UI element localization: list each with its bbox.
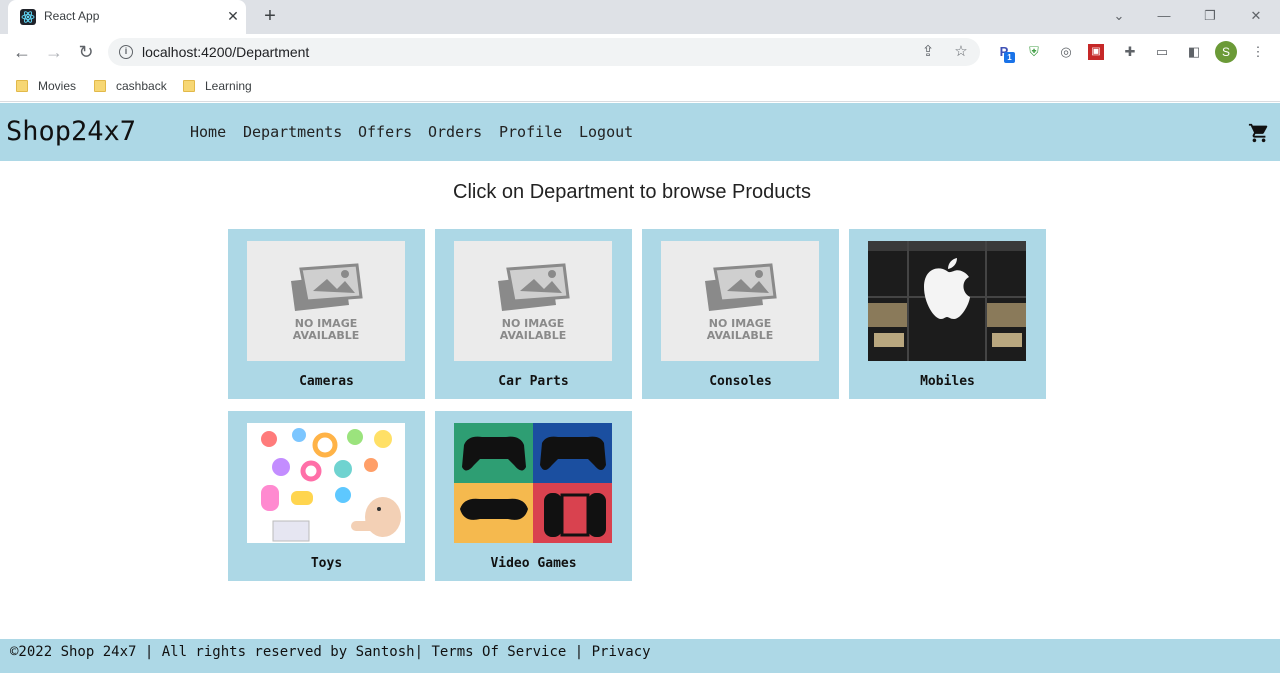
folder-icon xyxy=(94,80,106,92)
department-card-video-games[interactable]: Video Games xyxy=(435,411,632,581)
department-name: Mobiles xyxy=(920,374,975,389)
extension-badge: 1 xyxy=(1004,52,1015,63)
terms-link[interactable]: Terms Of Service xyxy=(431,644,566,660)
bookmarks-bar: Movies cashback Learning xyxy=(0,70,1280,102)
browser-tabstrip: React App ✕ + ⌄ — ❐ ✕ xyxy=(0,0,1280,34)
cart-icon[interactable] xyxy=(1248,122,1270,144)
page-heading: Click on Department to browse Products xyxy=(453,181,811,203)
shield-extension-icon[interactable]: ⛨ xyxy=(1024,42,1044,62)
svg-text:AVAILABLE: AVAILABLE xyxy=(707,329,774,342)
browser-toolbar: ← → ↻ i localhost:4200/Department ⇪ ☆ P1… xyxy=(0,34,1280,70)
footer-separator: | xyxy=(566,644,592,660)
no-image-placeholder: NO IMAGE AVAILABLE xyxy=(661,241,819,361)
react-icon xyxy=(20,9,36,25)
no-image-placeholder: NO IMAGE AVAILABLE xyxy=(454,241,612,361)
video-games-image xyxy=(454,423,612,543)
footer-text: ©2022 Shop 24x7 | All rights reserved by… xyxy=(10,644,651,660)
close-tab-icon[interactable]: ✕ xyxy=(224,7,242,25)
extension-round-icon[interactable]: ◎ xyxy=(1056,42,1076,62)
star-icon[interactable]: ☆ xyxy=(951,42,971,62)
profile-avatar[interactable]: S xyxy=(1215,41,1237,63)
reload-icon[interactable]: ↻ xyxy=(74,40,98,64)
department-name: Consoles xyxy=(709,374,772,389)
browser-tab[interactable]: React App ✕ xyxy=(8,0,246,34)
brand-logo[interactable]: Shop24x7 xyxy=(6,116,136,147)
cast-icon[interactable]: ▭ xyxy=(1152,42,1172,62)
copyright-text: ©2022 Shop 24x7 | All rights reserved by… xyxy=(10,644,415,660)
apple-store-image xyxy=(868,241,1026,361)
minimize-icon[interactable]: — xyxy=(1150,6,1178,26)
footer-separator: | xyxy=(414,644,432,660)
no-image-placeholder: NO IMAGE AVAILABLE xyxy=(247,241,405,361)
department-name: Car Parts xyxy=(498,374,569,389)
department-card-toys[interactable]: Toys xyxy=(228,411,425,581)
department-card-consoles[interactable]: NO IMAGE AVAILABLE Consoles xyxy=(642,229,839,399)
kebab-menu-icon[interactable]: ⋮ xyxy=(1248,42,1268,62)
info-icon[interactable]: i xyxy=(119,45,133,59)
bookmark-learning[interactable]: Learning xyxy=(183,76,252,96)
tab-title: React App xyxy=(44,9,100,23)
department-card-car-parts[interactable]: NO IMAGE AVAILABLE Car Parts xyxy=(435,229,632,399)
forward-icon[interactable]: → xyxy=(42,40,66,64)
new-tab-icon[interactable]: + xyxy=(258,5,282,29)
nav-departments[interactable]: Departments xyxy=(243,123,342,141)
app-header: Shop24x7 Home Departments Offers Orders … xyxy=(0,103,1280,161)
department-name: Video Games xyxy=(490,556,577,571)
department-name: Cameras xyxy=(299,374,354,389)
nav-home[interactable]: Home xyxy=(190,123,226,141)
address-bar[interactable]: i localhost:4200/Department ⇪ ☆ xyxy=(108,38,980,66)
no-image-text-bottom: AVAILABLE xyxy=(293,329,360,342)
chevron-down-icon[interactable]: ⌄ xyxy=(1105,6,1133,26)
nav-offers[interactable]: Offers xyxy=(358,123,412,141)
puzzle-icon[interactable]: ✚ xyxy=(1120,42,1140,62)
restore-icon[interactable]: ❐ xyxy=(1196,6,1224,26)
extension-p-icon[interactable]: P1 xyxy=(994,42,1015,63)
bookmark-movies[interactable]: Movies xyxy=(16,76,76,96)
nav-profile[interactable]: Profile xyxy=(499,123,562,141)
extension-red-icon[interactable]: ▣ xyxy=(1088,44,1104,60)
toys-image xyxy=(247,423,405,543)
side-panel-icon[interactable]: ◧ xyxy=(1184,42,1204,62)
folder-icon xyxy=(183,80,195,92)
share-icon[interactable]: ⇪ xyxy=(918,42,938,62)
bookmark-cashback[interactable]: cashback xyxy=(94,76,167,96)
nav-orders[interactable]: Orders xyxy=(428,123,482,141)
privacy-link[interactable]: Privacy xyxy=(592,644,651,660)
svg-text:AVAILABLE: AVAILABLE xyxy=(500,329,567,342)
url-text[interactable]: localhost:4200/Department xyxy=(142,44,309,60)
app-footer: ©2022 Shop 24x7 | All rights reserved by… xyxy=(0,639,1280,673)
department-name: Toys xyxy=(310,556,343,571)
back-icon[interactable]: ← xyxy=(10,40,34,64)
folder-icon xyxy=(16,80,28,92)
close-window-icon[interactable]: ✕ xyxy=(1242,6,1270,26)
department-card-mobiles[interactable]: Mobiles xyxy=(849,229,1046,399)
nav-logout[interactable]: Logout xyxy=(579,123,633,141)
department-card-cameras[interactable]: NO IMAGE AVAILABLE Cameras xyxy=(228,229,425,399)
